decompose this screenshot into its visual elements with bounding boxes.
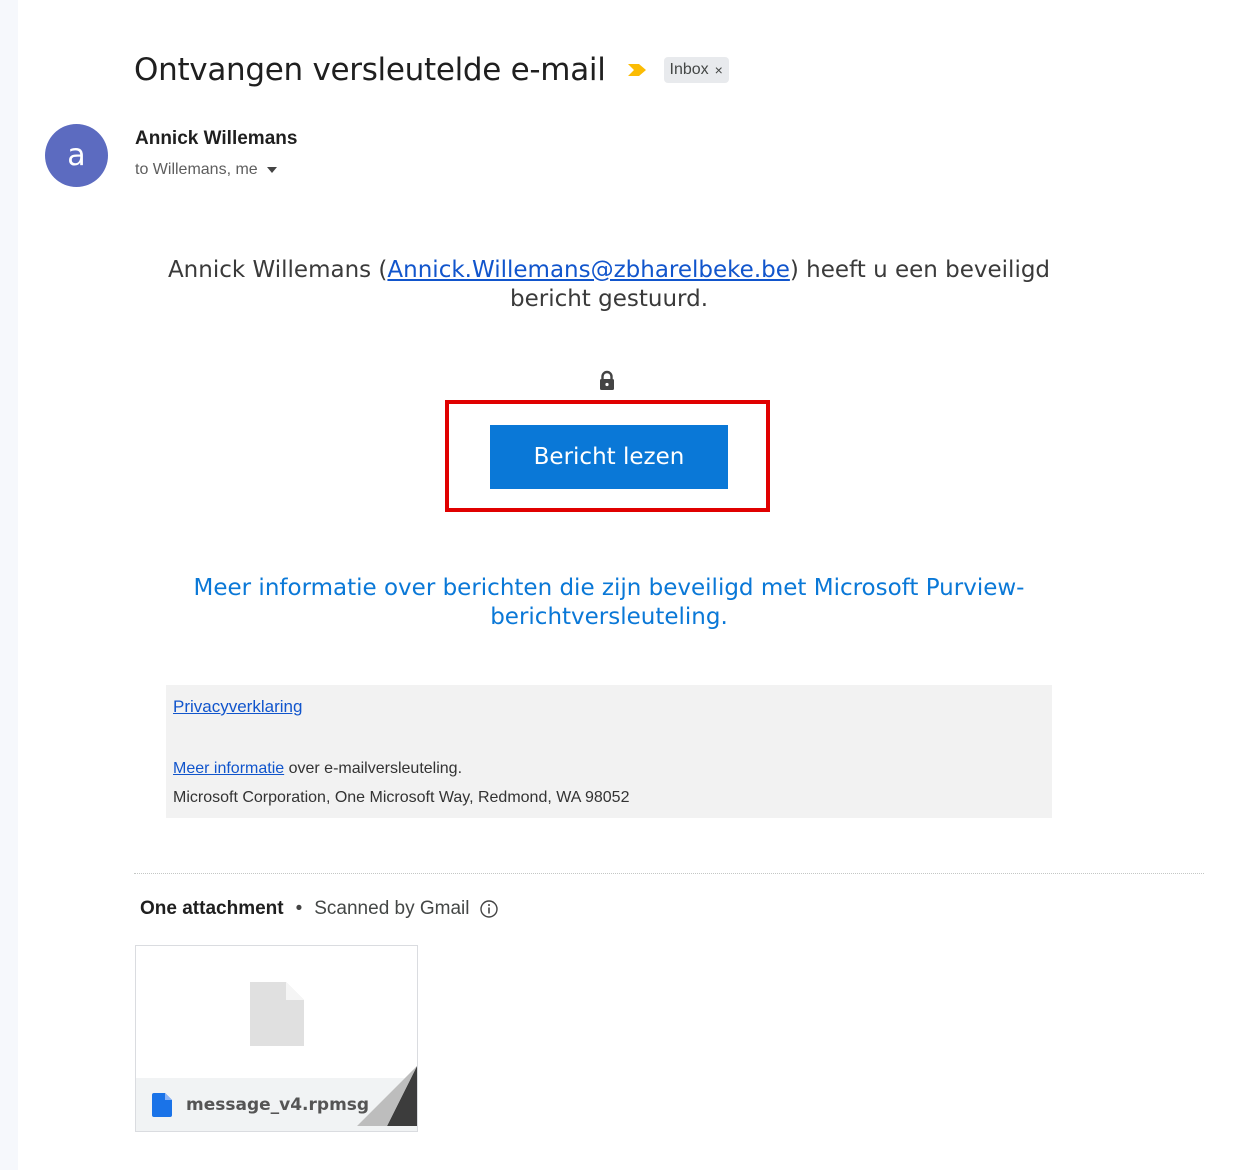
importance-marker-icon[interactable] — [626, 62, 648, 78]
more-info-suffix: over e-mailversleuteling. — [284, 760, 463, 777]
privacy-link[interactable]: Privacyverklaring — [173, 697, 302, 717]
footer-box: Privacyverklaring Meer informatie over e… — [166, 685, 1052, 818]
email-subject: Ontvangen versleutelde e-mail — [134, 52, 606, 88]
attachment-card[interactable]: message_v4.rpmsg — [135, 945, 418, 1132]
info-icon[interactable] — [479, 899, 499, 919]
recipients-line: to Willemans, me — [135, 161, 278, 179]
lock-icon — [598, 370, 616, 397]
avatar-letter: a — [67, 138, 86, 173]
sender-name: Annick Willemans — [135, 128, 298, 149]
read-message-button[interactable]: Bericht lezen — [490, 425, 728, 489]
more-info-line: Meer informatie over e-mailversleuteling… — [173, 760, 462, 778]
sender-avatar[interactable]: a — [45, 124, 108, 187]
left-rail — [0, 0, 18, 1170]
remove-label-button[interactable]: × — [715, 62, 723, 78]
show-details-caret-icon[interactable] — [266, 166, 278, 174]
page-curl-icon — [357, 1066, 417, 1131]
intro-text: Annick Willemans (Annick.Willemans@zbhar… — [160, 256, 1058, 314]
label-text: Inbox — [669, 61, 709, 78]
separator-dot: • — [295, 898, 303, 919]
more-info-link[interactable]: Meer informatie — [173, 760, 284, 777]
file-preview-icon — [250, 982, 304, 1051]
attachment-count: One attachment — [140, 898, 284, 919]
subject-row: Ontvangen versleutelde e-mail Inbox × — [134, 50, 729, 90]
inbox-label-chip[interactable]: Inbox × — [663, 57, 729, 83]
sender-email-link[interactable]: Annick.Willemans@zbharelbeke.be — [387, 257, 789, 283]
document-icon — [152, 1092, 172, 1117]
scanned-label: Scanned by Gmail — [314, 898, 470, 919]
company-address: Microsoft Corporation, One Microsoft Way… — [173, 789, 630, 806]
recipients-text: to Willemans, me — [135, 161, 258, 178]
attachment-filename: message_v4.rpmsg — [186, 1094, 370, 1115]
attachments-header: One attachment • Scanned by Gmail — [140, 898, 499, 920]
intro-prefix: Annick Willemans ( — [167, 257, 388, 283]
learn-more-link[interactable]: Meer informatie over berichten die zijn … — [160, 574, 1058, 632]
attachments-divider — [134, 873, 1204, 874]
email-view: Ontvangen versleutelde e-mail Inbox × a … — [0, 0, 1234, 1170]
